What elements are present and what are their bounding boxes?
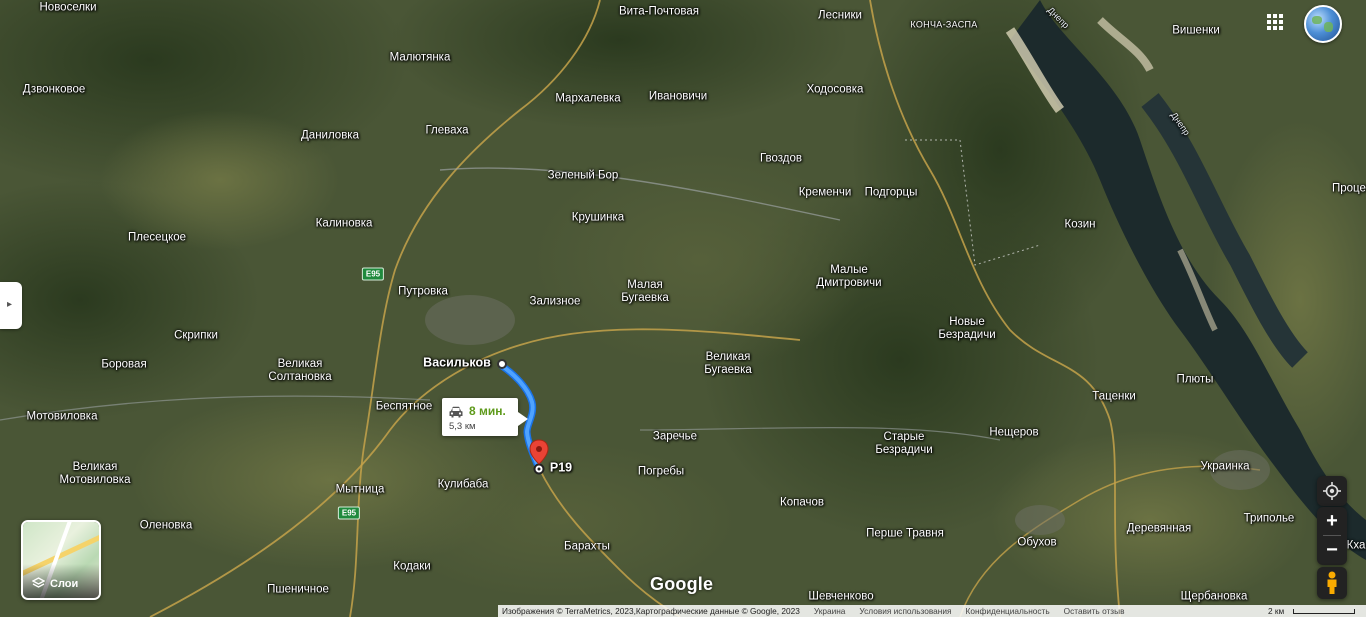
place-label: Обухов: [1017, 536, 1057, 549]
street-view-pegman-button[interactable]: [1317, 567, 1347, 599]
place-label: Путровка: [398, 285, 448, 298]
place-label: Щербановка: [1180, 590, 1248, 603]
my-location-button[interactable]: [1317, 476, 1347, 506]
route-box-pointer: [518, 412, 528, 426]
place-label: Скрипки: [174, 329, 218, 342]
place-label: Копачов: [780, 496, 824, 509]
place-label: Плесецкое: [127, 231, 187, 244]
place-label: Ходосовка: [806, 83, 864, 96]
place-label: Даниловка: [301, 129, 359, 142]
place-label: Мархалевка: [555, 92, 621, 105]
place-label: Деревянная: [1126, 522, 1192, 535]
place-label: Малютянка: [389, 51, 451, 64]
place-label: Таценки: [1092, 390, 1136, 403]
place-label-vasylkiv: Васильков: [423, 355, 491, 370]
country-link[interactable]: Украина: [814, 605, 846, 617]
place-label: Подгорцы: [864, 186, 918, 199]
layers-icon: [32, 577, 45, 588]
google-logo: Google: [650, 574, 714, 594]
place-label: Вишенки: [1172, 24, 1220, 37]
place-label: Шевченково: [808, 590, 874, 603]
place-label: Кха: [1346, 539, 1366, 552]
car-icon: [449, 406, 463, 418]
place-label: Великая Солтановка: [268, 358, 332, 383]
place-label: Кодаки: [393, 560, 431, 573]
place-label: Старые Безрадичи: [875, 431, 933, 456]
privacy-link[interactable]: Конфиденциальность: [966, 605, 1050, 617]
place-label: Оленовка: [139, 519, 193, 532]
place-label: Барахты: [564, 540, 610, 553]
place-label: Лесники: [818, 9, 862, 22]
place-label: Козин: [1064, 218, 1096, 231]
place-label: Ивановичи: [648, 90, 708, 103]
place-label: Кулибаба: [437, 478, 489, 491]
place-label: КОНЧА-ЗАСПА: [910, 19, 978, 30]
road-shield-e95: E95: [361, 267, 385, 281]
place-label: Триполье: [1243, 512, 1295, 525]
place-label: Дзвонковое: [22, 83, 86, 96]
pegman-icon: [1327, 571, 1337, 594]
chevron-right-icon: ▸: [7, 299, 13, 310]
imagery-attribution: Изображения © TerraMetrics, 2023,Картогр…: [502, 606, 800, 616]
place-label: Украинка: [1200, 460, 1250, 473]
place-label: Мотовиловка: [26, 410, 98, 423]
place-label: Перше Травня: [866, 527, 944, 540]
terms-link[interactable]: Условия использования: [859, 605, 951, 617]
place-label: Глеваха: [425, 124, 469, 137]
layers-label: Слои: [50, 578, 79, 590]
scale-bar: [1293, 609, 1355, 614]
place-label: Малая Бугаевка: [621, 279, 669, 304]
place-label: Мытница: [335, 483, 385, 496]
place-label: Малые Дмитровичи: [816, 264, 882, 289]
route-distance: 5,3 км: [449, 421, 476, 432]
place-label: Заречье: [652, 430, 698, 443]
place-label: Гвоздов: [759, 152, 803, 165]
place-label-r19: Р19: [549, 460, 573, 475]
place-label: Великая Бугаевка: [704, 351, 752, 376]
place-label: Кременчи: [798, 186, 852, 199]
zoom-controls: + −: [1317, 507, 1347, 565]
road-shield-e95: E95: [337, 506, 361, 520]
place-label: Зеленый Бор: [547, 169, 619, 182]
place-label: Новоселки: [39, 1, 97, 14]
scale-label[interactable]: 2 км: [1268, 605, 1284, 617]
side-panel-toggle-button[interactable]: ▸: [0, 282, 22, 329]
place-label: Пшеничное: [267, 583, 329, 596]
place-label: Вита-Почтовая: [619, 5, 699, 18]
zoom-in-button[interactable]: +: [1317, 507, 1347, 535]
place-label: Великая Мотовиловка: [59, 461, 131, 486]
route-info-box[interactable]: 8 мин. 5,3 км: [442, 398, 528, 436]
globe-view-button[interactable]: [1304, 5, 1342, 43]
place-label: Боровая: [101, 358, 147, 371]
map-footer: Изображения © TerraMetrics, 2023,Картогр…: [498, 605, 1366, 617]
place-label: Новые Безрадичи: [938, 316, 996, 341]
place-label: Крушинка: [571, 211, 625, 224]
place-label: Калиновка: [315, 217, 373, 230]
place-label: Нещеров: [989, 426, 1039, 439]
feedback-link[interactable]: Оставить отзыв: [1064, 605, 1125, 617]
layers-button[interactable]: Слои: [21, 520, 101, 600]
route-duration: 8 мин.: [469, 404, 506, 418]
place-label: Плюты: [1176, 373, 1214, 386]
route-start-marker[interactable]: [497, 359, 507, 369]
place-label: Погребы: [637, 465, 685, 478]
place-label: Зализное: [529, 295, 581, 308]
apps-grid-icon[interactable]: [1267, 14, 1285, 32]
crosshair-icon: [1323, 482, 1341, 500]
place-label: Беспятное: [375, 400, 433, 413]
place-label: Процев: [1331, 182, 1366, 195]
zoom-out-button[interactable]: −: [1317, 536, 1347, 564]
